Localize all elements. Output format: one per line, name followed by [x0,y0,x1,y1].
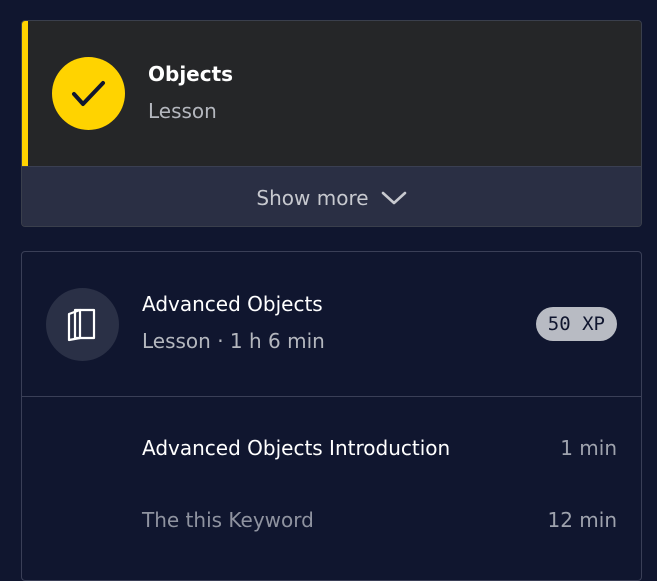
module-header[interactable]: Advanced Objects Lesson · 1 h 6 min 50 X… [22,252,641,397]
module-title[interactable]: Advanced Objects [142,292,323,316]
list-item[interactable]: Advanced Objects Introduction 1 min [142,430,617,466]
item-duration: 1 min [560,436,617,460]
completed-badge [52,57,125,130]
module-subtitle: Lesson · 1 h 6 min [142,329,325,353]
chevron-down-icon [381,191,406,204]
completed-lesson-card[interactable]: Objects Lesson Show more [21,20,642,227]
lesson-type: Lesson [148,99,217,123]
xp-badge: 50 XP [535,307,617,341]
lesson-title[interactable]: Objects [148,62,233,86]
check-icon [72,81,105,106]
module-card: Advanced Objects Lesson · 1 h 6 min 50 X… [21,251,642,581]
book-icon [67,308,96,342]
show-more-button[interactable]: Show more [22,166,641,226]
item-title: The this Keyword [142,508,314,532]
show-more-label: Show more [256,185,369,210]
lesson-icon-badge [46,288,119,361]
list-item[interactable]: The this Keyword 12 min [142,502,617,538]
item-duration: 12 min [547,508,617,532]
completed-lesson-header: Objects Lesson [22,21,641,166]
item-title: Advanced Objects Introduction [142,436,451,460]
